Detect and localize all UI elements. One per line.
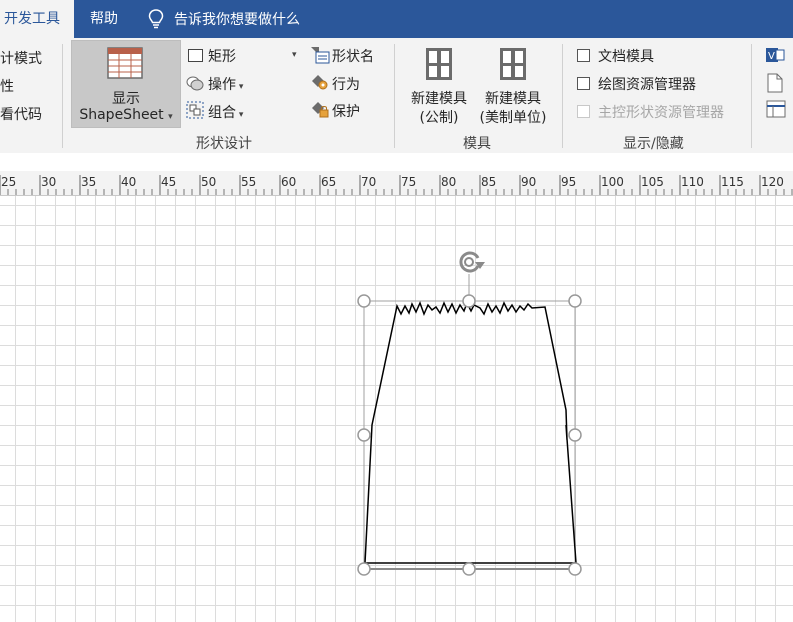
rotation-handle-icon[interactable] <box>459 251 485 273</box>
group-separator <box>562 44 563 148</box>
ruler-label: 80 <box>441 175 456 189</box>
group-separator <box>394 44 395 148</box>
selection-box <box>363 300 576 570</box>
ruler-label: 110 <box>681 175 704 189</box>
group-separator <box>62 44 63 148</box>
document-stencil-checkbox[interactable] <box>577 49 590 62</box>
new-stencil-us-icon[interactable] <box>499 47 527 81</box>
ruler-label: 30 <box>41 175 56 189</box>
drawing-explorer-checkbox[interactable] <box>577 77 590 90</box>
resize-handle-top-right[interactable] <box>568 294 582 308</box>
resize-handle-bottom-left[interactable] <box>357 562 371 576</box>
drawing-canvas[interactable] <box>0 196 793 622</box>
ruler-label: 90 <box>521 175 536 189</box>
stencil-group-label: 模具 <box>463 136 491 152</box>
new-stencil-metric-label[interactable]: 新建模具 <box>403 88 475 108</box>
master-explorer-label: 主控形状资源管理器 <box>598 105 724 121</box>
group-separator <box>751 44 752 148</box>
master-explorer-checkbox <box>577 105 590 118</box>
behavior-button[interactable]: 行为 <box>332 74 360 94</box>
ruler-label: 35 <box>81 175 96 189</box>
shapes-dropdown-arrow-icon[interactable]: ▾ <box>292 50 297 60</box>
ruler-label: 50 <box>201 175 216 189</box>
skirt-shape[interactable] <box>364 300 577 564</box>
ruler-label: 115 <box>721 175 744 189</box>
ruler-label: 100 <box>601 175 624 189</box>
protect-icon <box>312 102 329 118</box>
group-dropdown-arrow-icon: ▾ <box>236 110 244 120</box>
resize-handle-bottom[interactable] <box>462 562 476 576</box>
group-button[interactable]: 组合 ▾ <box>208 102 243 122</box>
ribbon-tab-bar: 开发工具 帮助 告诉我你想要做什么 <box>0 0 793 38</box>
ruler-label: 70 <box>361 175 376 189</box>
tab-developer[interactable]: 开发工具 <box>0 0 74 38</box>
operation-dropdown-arrow-icon: ▾ <box>236 82 244 92</box>
ruler-label: 25 <box>1 175 16 189</box>
resize-handle-top[interactable] <box>462 294 476 308</box>
new-stencil-us-label[interactable]: 新建模具 <box>472 88 554 108</box>
dropdown-arrow-icon: ▾ <box>168 112 173 122</box>
ruler-label: 45 <box>161 175 176 189</box>
ruler-label: 85 <box>481 175 496 189</box>
resize-handle-bottom-right[interactable] <box>568 562 582 576</box>
shapesheet-icon <box>107 47 143 79</box>
behavior-icon <box>312 75 328 90</box>
new-stencil-metric-icon[interactable] <box>425 47 453 81</box>
operation-icon <box>186 76 204 91</box>
operation-label: 操作 <box>208 77 236 93</box>
ruler-label: 95 <box>561 175 576 189</box>
ruler-ticks: 25 30 35 40 45 50 55 60 65 70 75 80 85 90 95 100 105 110 1… <box>0 175 793 195</box>
resize-handle-top-left[interactable] <box>357 294 371 308</box>
protect-button[interactable]: 保护 <box>332 101 360 121</box>
group-label: 组合 <box>208 105 236 121</box>
svg-text:V: V <box>768 51 775 62</box>
document-icon[interactable] <box>766 73 784 93</box>
tell-me-search[interactable]: 告诉我你想要做什么 <box>148 0 300 38</box>
operation-button[interactable]: 操作 ▾ <box>208 74 243 94</box>
ruler-label: 75 <box>401 175 416 189</box>
shapesheet-label: ShapeSheet ▾ <box>71 107 181 123</box>
drawing-shape-layer <box>357 251 582 576</box>
document-stencil-label: 文档模具 <box>598 49 654 65</box>
rectangle-icon <box>188 49 203 62</box>
shape-name-icon <box>311 47 330 64</box>
properties-button[interactable]: 性 <box>0 76 14 96</box>
new-stencil-metric-sub[interactable]: (公制) <box>403 107 475 127</box>
view-code-button[interactable]: 看代码 <box>0 104 42 124</box>
ruler-label: 65 <box>321 175 336 189</box>
resize-handle-left[interactable] <box>357 428 371 442</box>
show-label: 显示 <box>112 91 140 107</box>
ruler-label: 60 <box>281 175 296 189</box>
visio-icon[interactable]: V <box>765 46 785 64</box>
show-hide-group-label: 显示/隐藏 <box>623 136 684 152</box>
new-stencil-us-sub[interactable]: (美制单位) <box>472 107 554 127</box>
ruler-label: 40 <box>121 175 136 189</box>
rectangle-button[interactable]: 矩形 <box>208 46 236 66</box>
design-mode-button[interactable]: 计模式 <box>0 48 42 68</box>
table-icon[interactable] <box>766 100 786 118</box>
resize-handle-right[interactable] <box>568 428 582 442</box>
ruler-label: 55 <box>241 175 256 189</box>
shapesheet-text: ShapeSheet <box>79 107 164 123</box>
ruler-label: 105 <box>641 175 664 189</box>
ribbon-bottom-strip <box>0 153 793 171</box>
ribbon: 计模式 性 看代码 显示 ShapeSheet ▾ 矩形 ▾ 操作 ▾ 组合 ▾… <box>0 38 793 154</box>
drawing-explorer-label: 绘图资源管理器 <box>598 77 696 93</box>
lightbulb-icon <box>148 9 164 29</box>
ruler-label: 120 <box>761 175 784 189</box>
tell-me-text: 告诉我你想要做什么 <box>174 12 300 28</box>
shape-name-button[interactable]: 形状名 <box>332 46 374 66</box>
tab-help[interactable]: 帮助 <box>90 0 118 38</box>
group-icon <box>186 101 204 119</box>
horizontal-ruler[interactable]: 25 30 35 40 45 50 55 60 65 70 75 80 85 90 95 100 105 110 1… <box>0 171 793 196</box>
shape-design-group-label: 形状设计 <box>196 136 252 152</box>
